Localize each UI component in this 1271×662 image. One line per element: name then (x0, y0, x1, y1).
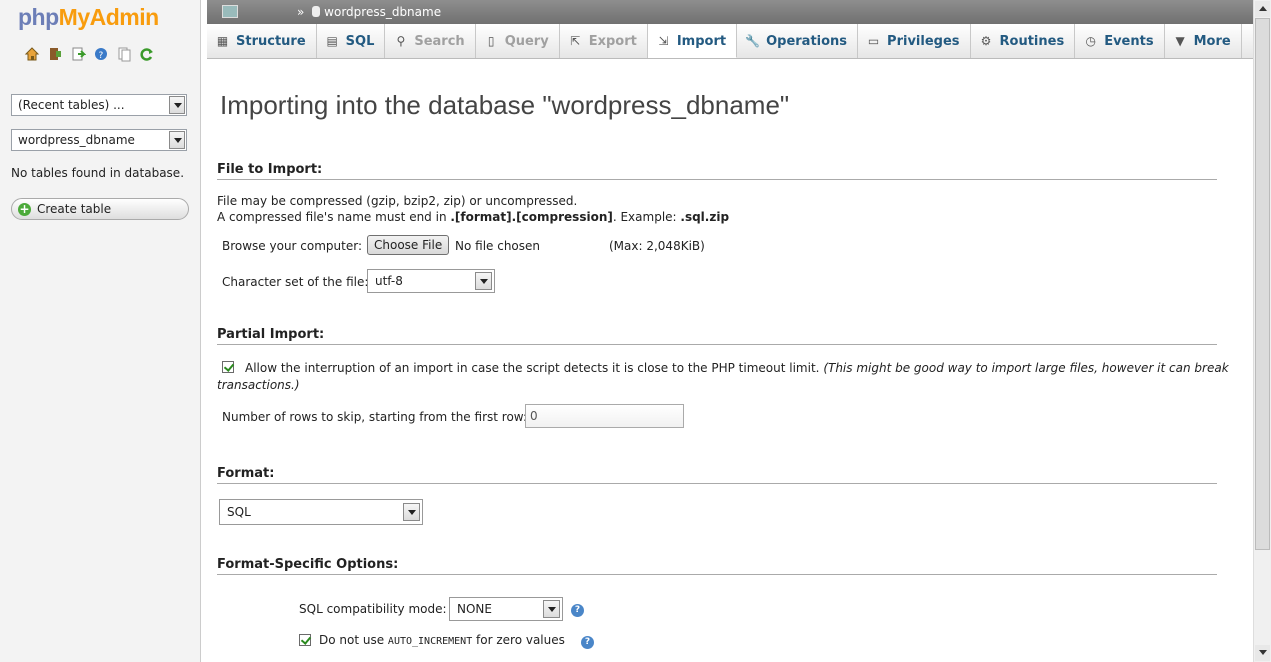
compression-info: File may be compressed (gzip, bzip2, zip… (217, 194, 578, 208)
tab-label: Routines (999, 34, 1065, 49)
format-select[interactable]: SQL (219, 499, 423, 525)
import-icon: ⇲ (658, 34, 669, 48)
tab-label: Export (588, 34, 637, 49)
query-icon: ▯ (487, 34, 495, 48)
charset-label: Character set of the file: (222, 275, 369, 289)
documentation-icon[interactable] (116, 46, 132, 62)
tab-more[interactable]: ▼ More (1165, 24, 1242, 58)
breadcrumb-bar: » wordpress_dbname (207, 0, 1253, 24)
events-icon: ◷ (1085, 34, 1096, 48)
skip-rows-label: Number of rows to skip, starting from th… (222, 410, 527, 424)
create-table-label: Create table (37, 202, 112, 216)
charset-select[interactable]: utf-8 (367, 269, 495, 293)
compat-mode-label: SQL compatibility mode: (299, 602, 447, 616)
tab-sql[interactable]: ▤ SQL (317, 24, 386, 58)
auto-increment-label: Do not use AUTO_INCREMENT for zero value… (319, 633, 565, 647)
routines-icon: ⚙ (980, 34, 992, 48)
tab-label: SQL (345, 34, 375, 49)
chevron-down-icon: ▼ (1175, 34, 1185, 48)
skip-rows-input[interactable]: 0 (525, 404, 684, 428)
chevron-down-icon (475, 272, 492, 290)
choose-file-button[interactable]: Choose File (367, 235, 450, 255)
tab-label: Operations (766, 34, 848, 49)
allow-interrupt-label: Allow the interruption of an import in c… (245, 361, 1229, 375)
compat-mode-select[interactable]: NONE (449, 597, 563, 621)
scroll-down-icon[interactable] (1255, 645, 1270, 661)
database-select[interactable]: wordpress_dbname (11, 129, 187, 151)
tab-bar: ▦ Structure ▤ SQL ⚲ Search ▯ Query ⇱ Export ⇲ Impor… (207, 24, 1253, 59)
scroll-thumb[interactable] (1255, 18, 1270, 550)
tab-label: Privileges (887, 34, 960, 49)
svg-text:?: ? (99, 51, 104, 61)
scrollbar[interactable] (1253, 0, 1271, 662)
tab-export: ⇱ Export (560, 24, 648, 58)
breadcrumb-database[interactable]: wordpress_dbname (324, 5, 441, 19)
max-upload-size: (Max: 2,048KiB) (609, 239, 705, 253)
no-file-chosen: No file chosen (455, 239, 541, 253)
tab-privileges[interactable]: ▭ Privileges (858, 24, 971, 58)
allow-interrupt-note: transactions.) (217, 378, 300, 392)
structure-icon: ▦ (216, 34, 229, 48)
charset-value: utf-8 (375, 274, 403, 288)
tab-label: Search (414, 34, 465, 49)
partial-import-heading: Partial Import: (217, 327, 1217, 345)
format-options-heading: Format-Specific Options: (217, 557, 1217, 575)
compression-format-info: A compressed file's name must end in .[f… (217, 210, 730, 224)
home-icon[interactable] (24, 46, 40, 62)
file-to-import-heading: File to Import: (217, 162, 1217, 180)
search-icon: ⚲ (396, 34, 406, 48)
tab-label: Query (504, 34, 549, 49)
page-title: Importing into the database "wordpress_d… (220, 90, 790, 120)
tab-import[interactable]: ⇲ Import (647, 24, 738, 58)
browse-label: Browse your computer: (222, 239, 363, 253)
help-icon[interactable]: ? (93, 46, 109, 62)
privileges-icon: ▭ (867, 34, 880, 48)
breadcrumb[interactable]: » wordpress_dbname (297, 5, 441, 19)
tab-operations[interactable]: 🔧 Operations (737, 24, 859, 58)
tab-structure[interactable]: ▦ Structure (207, 24, 317, 58)
format-value: SQL (227, 505, 251, 519)
chevron-down-icon (403, 503, 420, 521)
format-heading: Format: (217, 466, 1217, 484)
create-table-button[interactable]: + Create table (11, 198, 189, 220)
nav-icon-bar: ? (24, 46, 155, 62)
query-window-icon[interactable] (70, 46, 87, 62)
auto-increment-checkbox[interactable] (299, 634, 311, 646)
navigation-panel: phpMyAdmin ? (Recent tables) ... wordpre… (0, 0, 201, 662)
tab-search: ⚲ Search (385, 24, 476, 58)
help-icon[interactable]: ? (571, 604, 584, 617)
compat-mode-value: NONE (457, 602, 492, 616)
chevron-down-icon (169, 96, 185, 114)
wrench-icon: 🔧 (745, 34, 761, 48)
allow-interrupt-checkbox[interactable] (222, 361, 234, 373)
tab-query: ▯ Query (476, 24, 560, 58)
scroll-up-icon[interactable] (1255, 1, 1270, 17)
server-icon[interactable] (222, 5, 238, 18)
database-select-value: wordpress_dbname (18, 133, 135, 147)
export-icon: ⇱ (570, 34, 581, 48)
help-icon[interactable]: ? (581, 636, 594, 649)
tab-label: Import (676, 34, 727, 49)
phpmyadmin-logo[interactable]: phpMyAdmin (18, 4, 159, 31)
plus-icon: + (18, 202, 31, 216)
recent-tables-value: (Recent tables) ... (18, 98, 125, 112)
tab-events[interactable]: ◷ Events (1075, 24, 1165, 58)
logout-icon[interactable] (47, 46, 63, 62)
tab-label: More (1193, 34, 1231, 49)
chevron-down-icon (169, 131, 185, 149)
tab-label: Events (1104, 34, 1154, 49)
tab-label: Structure (236, 34, 306, 49)
database-icon (312, 6, 321, 17)
no-tables-message: No tables found in database. (11, 166, 185, 180)
sql-icon: ▤ (326, 34, 338, 48)
reload-icon[interactable] (139, 46, 155, 62)
tab-routines[interactable]: ⚙ Routines (971, 24, 1076, 58)
recent-tables-select[interactable]: (Recent tables) ... (11, 94, 187, 116)
chevron-down-icon (543, 600, 560, 618)
